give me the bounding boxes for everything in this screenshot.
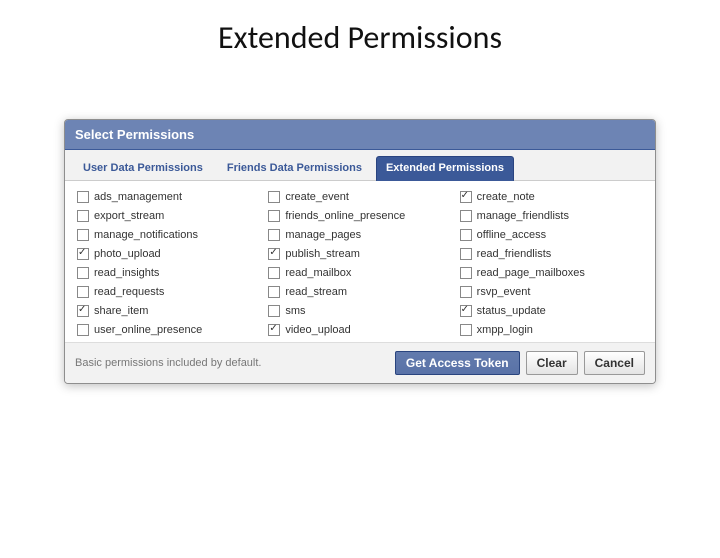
permission-checkbox-create_event[interactable] <box>268 191 280 203</box>
permission-label: read_page_mailboxes <box>477 267 585 279</box>
permission-checkbox-share_item[interactable] <box>77 305 89 317</box>
permission-share_item[interactable]: share_item <box>77 305 260 317</box>
permission-label: read_stream <box>285 286 347 298</box>
permission-label: publish_stream <box>285 248 360 260</box>
permission-user_online_presence[interactable]: user_online_presence <box>77 324 260 336</box>
permission-ads_management[interactable]: ads_management <box>77 191 260 203</box>
permission-label: user_online_presence <box>94 324 202 336</box>
permission-label: manage_friendlists <box>477 210 569 222</box>
permission-label: manage_pages <box>285 229 361 241</box>
permission-checkbox-friends_online_presence[interactable] <box>268 210 280 222</box>
permission-manage_friendlists[interactable]: manage_friendlists <box>460 210 643 222</box>
permission-xmpp_login[interactable]: xmpp_login <box>460 324 643 336</box>
permission-checkbox-sms[interactable] <box>268 305 280 317</box>
cancel-button[interactable]: Cancel <box>584 351 645 375</box>
permission-label: friends_online_presence <box>285 210 405 222</box>
permission-checkbox-publish_stream[interactable] <box>268 248 280 260</box>
permission-rsvp_event[interactable]: rsvp_event <box>460 286 643 298</box>
tab-user-data-permissions[interactable]: User Data Permissions <box>73 156 213 181</box>
permission-checkbox-manage_pages[interactable] <box>268 229 280 241</box>
permissions-dialog: Select Permissions User Data Permissions… <box>64 119 656 384</box>
permission-label: sms <box>285 305 305 317</box>
permission-read_mailbox[interactable]: read_mailbox <box>268 267 451 279</box>
permission-checkbox-read_page_mailboxes[interactable] <box>460 267 472 279</box>
permission-manage_notifications[interactable]: manage_notifications <box>77 229 260 241</box>
tabs-bar: User Data Permissions Friends Data Permi… <box>65 150 655 181</box>
permission-create_event[interactable]: create_event <box>268 191 451 203</box>
permission-label: create_note <box>477 191 535 203</box>
permission-checkbox-create_note[interactable] <box>460 191 472 203</box>
permission-video_upload[interactable]: video_upload <box>268 324 451 336</box>
permission-checkbox-status_update[interactable] <box>460 305 472 317</box>
permission-label: xmpp_login <box>477 324 533 336</box>
clear-button[interactable]: Clear <box>526 351 578 375</box>
permission-checkbox-manage_notifications[interactable] <box>77 229 89 241</box>
permission-label: manage_notifications <box>94 229 198 241</box>
permission-checkbox-read_friendlists[interactable] <box>460 248 472 260</box>
slide-title: Extended Permissions <box>0 18 720 57</box>
permission-checkbox-offline_access[interactable] <box>460 229 472 241</box>
permission-manage_pages[interactable]: manage_pages <box>268 229 451 241</box>
permission-checkbox-rsvp_event[interactable] <box>460 286 472 298</box>
permission-export_stream[interactable]: export_stream <box>77 210 260 222</box>
permission-photo_upload[interactable]: photo_upload <box>77 248 260 260</box>
permission-status_update[interactable]: status_update <box>460 305 643 317</box>
permission-checkbox-user_online_presence[interactable] <box>77 324 89 336</box>
permission-read_insights[interactable]: read_insights <box>77 267 260 279</box>
permission-checkbox-ads_management[interactable] <box>77 191 89 203</box>
permission-label: read_requests <box>94 286 164 298</box>
tab-friends-data-permissions[interactable]: Friends Data Permissions <box>217 156 372 181</box>
permission-label: offline_access <box>477 229 547 241</box>
permission-label: read_mailbox <box>285 267 351 279</box>
permission-checkbox-xmpp_login[interactable] <box>460 324 472 336</box>
permission-label: read_insights <box>94 267 159 279</box>
permission-read_stream[interactable]: read_stream <box>268 286 451 298</box>
permission-label: status_update <box>477 305 546 317</box>
permission-checkbox-video_upload[interactable] <box>268 324 280 336</box>
permission-offline_access[interactable]: offline_access <box>460 229 643 241</box>
permission-checkbox-read_insights[interactable] <box>77 267 89 279</box>
permission-checkbox-manage_friendlists[interactable] <box>460 210 472 222</box>
permission-label: photo_upload <box>94 248 161 260</box>
permission-label: rsvp_event <box>477 286 531 298</box>
permission-checkbox-read_requests[interactable] <box>77 286 89 298</box>
dialog-footer: Basic permissions included by default. G… <box>65 342 655 383</box>
permissions-grid: ads_management create_event create_noteexp… <box>77 191 643 336</box>
footer-note: Basic permissions included by default. <box>75 357 389 369</box>
permission-read_requests[interactable]: read_requests <box>77 286 260 298</box>
permission-label: video_upload <box>285 324 350 336</box>
permission-label: create_event <box>285 191 349 203</box>
permission-label: ads_management <box>94 191 182 203</box>
permission-read_friendlists[interactable]: read_friendlists <box>460 248 643 260</box>
permission-checkbox-photo_upload[interactable] <box>77 248 89 260</box>
permission-friends_online_presence[interactable]: friends_online_presence <box>268 210 451 222</box>
permissions-body: ads_management create_event create_noteexp… <box>65 181 655 342</box>
get-access-token-button[interactable]: Get Access Token <box>395 351 520 375</box>
permission-checkbox-read_stream[interactable] <box>268 286 280 298</box>
permission-publish_stream[interactable]: publish_stream <box>268 248 451 260</box>
tab-extended-permissions[interactable]: Extended Permissions <box>376 156 514 181</box>
permission-create_note[interactable]: create_note <box>460 191 643 203</box>
permission-sms[interactable]: sms <box>268 305 451 317</box>
permission-checkbox-export_stream[interactable] <box>77 210 89 222</box>
permission-label: read_friendlists <box>477 248 552 260</box>
permission-label: export_stream <box>94 210 164 222</box>
permission-checkbox-read_mailbox[interactable] <box>268 267 280 279</box>
dialog-header: Select Permissions <box>65 120 655 150</box>
permission-label: share_item <box>94 305 148 317</box>
permission-read_page_mailboxes[interactable]: read_page_mailboxes <box>460 267 643 279</box>
